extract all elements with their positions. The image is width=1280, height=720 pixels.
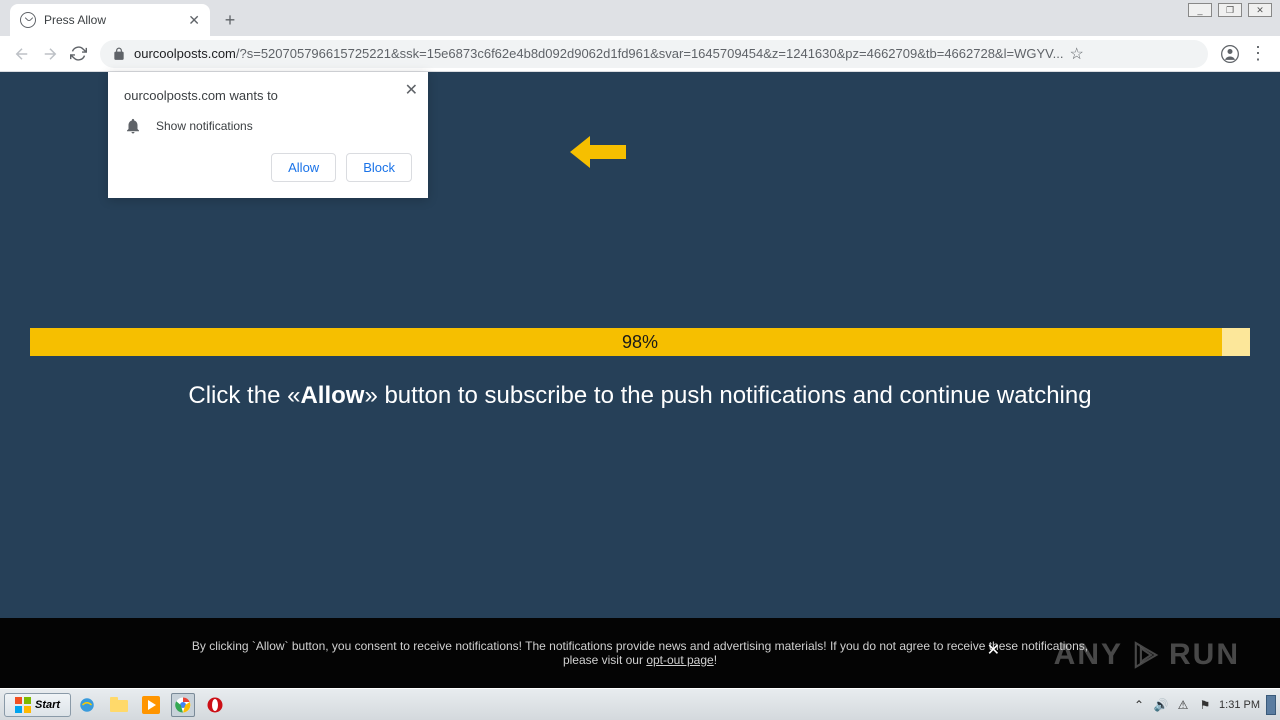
browser-tab[interactable]: Press Allow ✕ [10,4,210,36]
url-text: ourcoolposts.com/?s=520705796615725221&s… [134,46,1063,61]
back-button[interactable] [8,40,36,68]
notification-permission-popup: ✕ ourcoolposts.com wants to Show notific… [108,72,428,198]
tab-title: Press Allow [44,13,180,27]
arrow-left-icon [570,132,626,172]
menu-icon[interactable]: ⋮ [1244,40,1272,68]
system-tray: ⌃ 🔊 ⚠ ⚑ 1:31 PM [1131,695,1276,715]
opera-icon[interactable] [203,693,227,717]
taskbar: Start ⌃ 🔊 ⚠ ⚑ 1:31 PM [0,688,1280,720]
minimize-button[interactable]: _ [1188,3,1212,17]
volume-icon[interactable]: 🔊 [1153,697,1169,713]
flag-icon[interactable]: ⚑ [1197,697,1213,713]
allow-button[interactable]: Allow [271,153,336,182]
close-tab-icon[interactable]: ✕ [188,12,200,29]
tab-bar: Press Allow ✕ + [0,0,1280,36]
profile-icon[interactable] [1216,40,1244,68]
start-button[interactable]: Start [4,693,71,717]
media-player-icon[interactable] [139,693,163,717]
new-tab-button[interactable]: + [216,6,244,34]
consent-banner: ✕ By clicking `Allow` button, you consen… [0,618,1280,688]
bell-icon [124,117,142,135]
maximize-button[interactable]: ❐ [1218,3,1242,17]
windows-logo-icon [15,697,31,713]
close-window-button[interactable]: ✕ [1248,3,1272,17]
browser-toolbar: ourcoolposts.com/?s=520705796615725221&s… [0,36,1280,72]
lock-icon [112,47,126,61]
progress-bar: 98% [30,328,1250,356]
clock[interactable]: 1:31 PM [1219,699,1260,711]
notification-permission-text: Show notifications [156,119,253,133]
notification-origin: ourcoolposts.com wants to [124,88,412,103]
bookmark-star-icon[interactable]: ☆ [1069,44,1083,64]
shield-icon[interactable]: ⚠ [1175,697,1191,713]
consent-text: By clicking `Allow` button, you consent … [192,639,1088,667]
show-desktop[interactable] [1266,695,1276,715]
ie-icon[interactable] [75,693,99,717]
reload-button[interactable] [64,40,92,68]
address-bar[interactable]: ourcoolposts.com/?s=520705796615725221&s… [100,40,1208,68]
forward-button[interactable] [36,40,64,68]
instruction-text: Click the «Allow» button to subscribe to… [0,382,1280,410]
window-controls: _ ❐ ✕ [1188,3,1272,17]
tray-expand-icon[interactable]: ⌃ [1131,697,1147,713]
chrome-taskbar-icon[interactable] [171,693,195,717]
watermark: ANY RUN [1054,638,1240,672]
progress-remaining [1222,328,1250,356]
consent-close-icon[interactable]: ✕ [987,640,1000,660]
progress-percent: 98% [622,332,658,353]
close-icon[interactable]: ✕ [405,80,418,100]
globe-icon [20,12,36,28]
block-button[interactable]: Block [346,153,412,182]
explorer-icon[interactable] [107,693,131,717]
page-content: ✕ ourcoolposts.com wants to Show notific… [0,72,1280,688]
opt-out-link[interactable]: opt-out page [646,653,713,667]
